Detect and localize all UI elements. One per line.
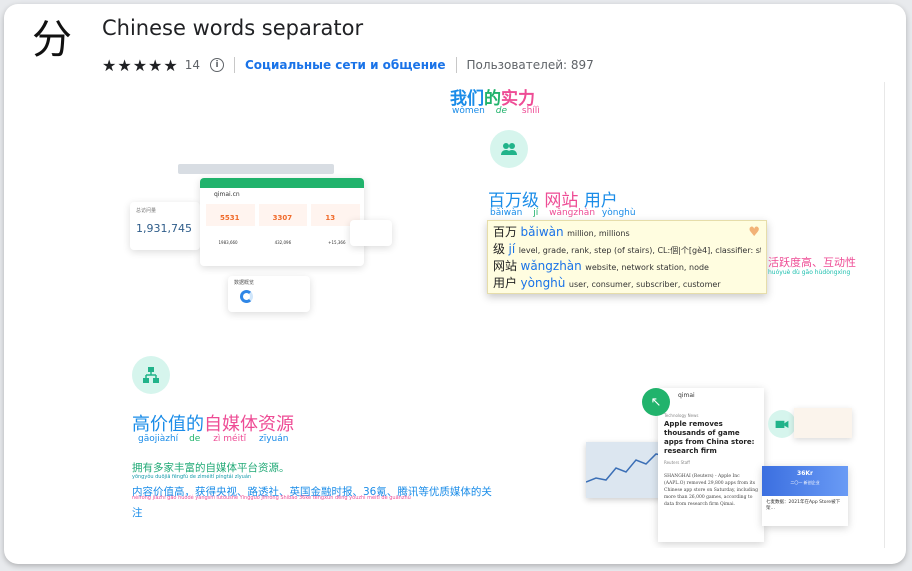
dashboard-kpi: 5531	[206, 204, 255, 226]
category-link[interactable]: Социальные сети и общение	[245, 58, 446, 72]
pinyin-row: wǒmen de shílì	[452, 106, 540, 116]
entry-word: 级	[493, 242, 506, 256]
hanzi-word: 自媒体资源	[204, 414, 294, 435]
pinyin: de	[495, 106, 508, 116]
dashboard-big-number: 1,931,745	[136, 222, 192, 235]
pinyin: yònghù	[601, 208, 636, 218]
news-source: qimai	[678, 392, 695, 399]
entry-word: 百万	[493, 225, 518, 239]
video-camera-icon	[768, 410, 796, 438]
rating-stars-icon: ★★★★★	[102, 55, 179, 75]
news-body: SHANGHAI (Reuters) - Apple Inc (AAPL.O) …	[664, 474, 759, 507]
sitemap-icon	[132, 356, 170, 394]
entry-pinyin: bǎiwàn	[520, 225, 564, 239]
kr-card: 36Kr 二〇一 新创企业 七麦数据：2021年在App Store被下架…	[762, 466, 848, 526]
entry-def: million, millions	[567, 229, 630, 238]
dashboard-cell: 1983,660	[218, 240, 238, 245]
entry-def: website, network station, node	[585, 263, 709, 272]
divider	[455, 57, 457, 73]
dashboard-kpi: 3307	[258, 204, 308, 226]
kr-header: 36Kr 二〇一 新创企业	[762, 466, 848, 496]
hanzi-word: 高价值的	[132, 414, 204, 435]
kr-badge: 36Kr	[797, 470, 813, 477]
tooltip-entry: 级 jí level, grade, rank, step (of stairs…	[493, 241, 761, 258]
news-outlet: Technology News	[664, 413, 699, 418]
side-pinyin: huóyuè dù gāo hùdòngxìng	[768, 269, 850, 276]
mock-bar	[178, 164, 334, 174]
pinyin: zì méitǐ	[213, 434, 247, 444]
pinyin: de	[189, 434, 201, 444]
entry-pinyin: yònghù	[520, 276, 566, 290]
news-byline: Reuters Staff	[664, 460, 690, 465]
entry-def: level, grade, rank, step (of stairs), CL…	[518, 246, 761, 255]
pinyin: gāojiàzhí	[138, 434, 179, 444]
side-text: 活跃度高、互动性	[768, 254, 856, 270]
dashboard-cell: +15,366	[328, 240, 346, 245]
entry-pinyin: jí	[508, 242, 516, 256]
pinyin: bǎiwàn	[490, 208, 523, 218]
stock-chart-thumb	[585, 442, 667, 498]
entry-word: 用户	[493, 276, 518, 290]
extension-title: Chinese words separator	[102, 16, 364, 40]
rating-count: 14	[184, 58, 200, 72]
body-line-1: 拥有多家丰富的自媒体平台资源。	[132, 462, 290, 474]
mock-small-card	[350, 220, 392, 246]
pinyin-row: bǎiwàn jí wǎngzhàn yònghù	[490, 208, 636, 218]
tooltip-entry: 百万 bǎiwàn million, millions	[493, 224, 761, 241]
mock-article-thumb	[794, 408, 852, 438]
entry-pinyin: wǎngzhàn	[520, 259, 582, 273]
pinyin: huóyuè dù gāo hùdòngxìng	[768, 269, 851, 276]
body-line-2-pinyin: nèiróng jiàzhí gāo huòdé yāngshì lùtòush…	[132, 495, 411, 501]
kr-caption: 七麦数据：2021年在App Store被下架…	[766, 500, 841, 511]
pinyin: shílì	[521, 106, 540, 116]
info-icon[interactable]: i	[210, 58, 224, 72]
dashboard-site: qimai.cn	[214, 191, 240, 198]
mock-dashboard: qimai.cn 5531 3307 13 1983,660 432,096 +…	[200, 178, 364, 266]
pinyin: zīyuán	[258, 434, 289, 444]
heading-media-resources: 高价值的自媒体资源	[132, 410, 294, 436]
mock-chart-card: 数据概览	[228, 276, 310, 312]
extension-meta: ★★★★★ 14 i Социальные сети и общение Пол…	[102, 55, 594, 75]
kr-sub: 二〇一 新创企业	[790, 480, 820, 485]
mock-stat-card: 总访问量 1,931,745	[130, 202, 200, 250]
screenshot-promo: 我们的实力 wǒmen de shílì 总访问量 1,931,745 qima…	[32, 82, 885, 548]
dashboard-cell: 432,096	[274, 240, 292, 245]
heart-icon[interactable]: ♥	[748, 225, 760, 240]
news-headline: Apple removes thousands of game apps fro…	[664, 420, 755, 455]
pinyin: wǒmen	[452, 106, 485, 116]
divider	[234, 57, 235, 73]
dictionary-tooltip: ♥ 百万 bǎiwàn million, millions 级 jí level…	[487, 220, 767, 294]
extension-logo-icon: 分	[32, 17, 72, 63]
pinyin-row: gāojiàzhí de zì méitǐ zīyuán	[138, 434, 288, 444]
entry-def: user, consumer, subscriber, customer	[568, 280, 721, 289]
user-count: Пользователей: 897	[466, 58, 594, 72]
body-line-2: 内容价值高，获得央视、路透社、英国金融时报、36氪、腾讯等优质媒体的关注	[132, 486, 492, 519]
tooltip-entry: 用户 yònghù user, consumer, subscriber, cu…	[493, 275, 761, 292]
pinyin: jí	[533, 208, 539, 218]
hanzi-word: 活跃度高、互动性	[768, 256, 856, 269]
news-card: qimai Technology News Apple removes thou…	[658, 388, 764, 542]
users-icon	[490, 130, 528, 168]
entry-word: 网站	[493, 259, 518, 273]
dashboard-label: 数据概览	[234, 280, 255, 286]
donut-icon	[240, 290, 253, 303]
pinyin: wǎngzhàn	[549, 208, 596, 218]
body-line-1-pinyin: yōngyǒu duōjiā fēngfù de zìméitǐ píngtái…	[132, 474, 252, 480]
tooltip-entry: 网站 wǎngzhàn website, network station, no…	[493, 258, 761, 275]
cursor-click-icon: ↖	[642, 388, 670, 416]
extension-card: 分 Chinese words separator ★★★★★ 14 i Соц…	[4, 4, 906, 564]
